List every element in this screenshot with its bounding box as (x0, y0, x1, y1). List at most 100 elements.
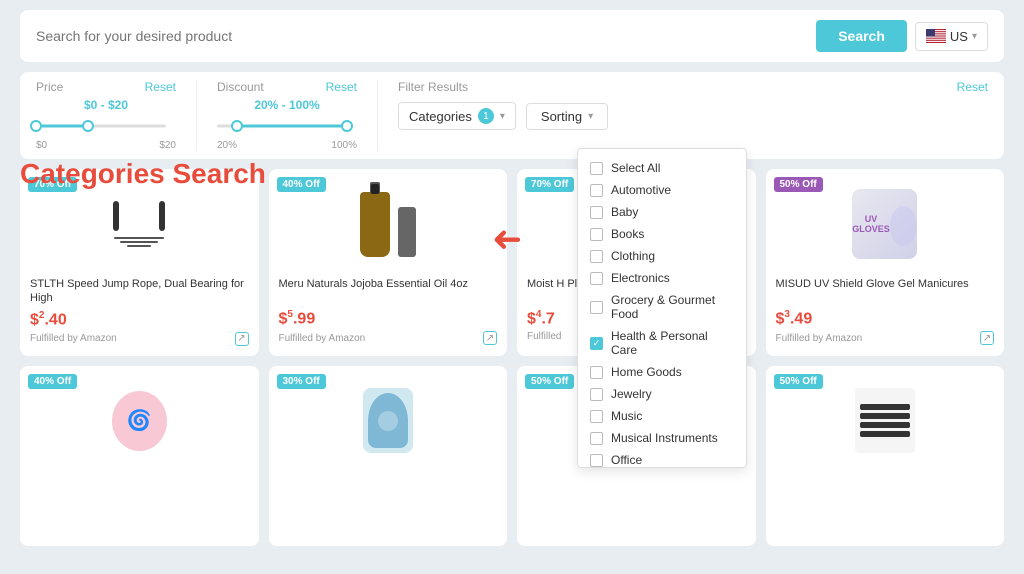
filter-results-reset[interactable]: Reset (957, 80, 988, 94)
category-office[interactable]: Office (578, 449, 746, 468)
product-title (279, 474, 498, 502)
price-slider[interactable] (36, 116, 166, 136)
category-checkbox[interactable] (590, 301, 603, 314)
categories-button-label: Categories (409, 109, 472, 124)
category-checkbox[interactable] (590, 228, 603, 241)
share-icon[interactable]: ↗ (235, 332, 249, 346)
rope-handle-right (159, 201, 165, 231)
us-flag-icon (926, 29, 946, 43)
product-image: UV GLOVES (776, 179, 995, 269)
price-slider-max-thumb[interactable] (82, 120, 94, 132)
share-icon[interactable]: ↗ (980, 331, 994, 345)
category-checkbox[interactable] (590, 366, 603, 379)
filter-results-section: Filter Results Reset Categories 1 ▾ Sort… (398, 80, 988, 130)
category-checkbox[interactable] (590, 184, 603, 197)
price-reset[interactable]: Reset (145, 80, 176, 94)
discount-slider-min-thumb[interactable] (231, 120, 243, 132)
category-home-goods[interactable]: Home Goods (578, 361, 746, 383)
category-health[interactable]: Health & Personal Care (578, 325, 746, 361)
filter-divider-2 (377, 80, 378, 151)
category-label: Clothing (611, 249, 655, 263)
category-electronics[interactable]: Electronics (578, 267, 746, 289)
country-selector[interactable]: US ▾ (915, 22, 988, 51)
product-title: STLTH Speed Jump Rope, Dual Bearing for … (30, 277, 249, 306)
category-jewelry[interactable]: Jewelry (578, 383, 746, 405)
sorting-chevron-icon: ▾ (588, 111, 593, 122)
category-checkbox[interactable] (590, 410, 603, 423)
price-slider-fill (36, 125, 88, 128)
category-label: Grocery & Gourmet Food (611, 293, 734, 321)
search-bar: Search US ▾ (20, 10, 1004, 62)
product-badge: 40% Off (28, 374, 77, 389)
category-checkbox[interactable] (590, 206, 603, 219)
discount-reset[interactable]: Reset (326, 80, 357, 94)
categories-search-heading: Categories Search (20, 158, 266, 190)
uv-glove-image: UV GLOVES (852, 189, 917, 259)
category-music[interactable]: Music (578, 405, 746, 427)
category-select-all[interactable]: Select All (578, 157, 746, 179)
product-price: $5.99 (279, 309, 498, 328)
sorting-button[interactable]: Sorting ▾ (526, 103, 608, 130)
category-checkbox[interactable] (590, 388, 603, 401)
category-baby[interactable]: Baby (578, 201, 746, 223)
category-label: Home Goods (611, 365, 682, 379)
category-checkbox[interactable] (590, 454, 603, 467)
filter-controls: Categories 1 ▾ Sorting ▾ (398, 102, 988, 130)
product-badge: 70% Off (525, 177, 574, 192)
product-price: $2.40 (30, 310, 249, 329)
search-button[interactable]: Search (816, 20, 907, 52)
discount-slider[interactable] (217, 116, 347, 136)
category-automotive[interactable]: Automotive (578, 179, 746, 201)
category-checkbox[interactable] (590, 272, 603, 285)
product-card: 30% Off (269, 366, 508, 546)
product-title: MISUD UV Shield Glove Gel Manicures (776, 277, 995, 305)
category-books[interactable]: Books (578, 223, 746, 245)
nail-files-image (855, 388, 915, 453)
fulfilled-label: Fulfilled by Amazon (279, 333, 366, 344)
oil-bottle-group (360, 192, 416, 257)
product-title (776, 474, 995, 502)
rope-line (114, 237, 164, 239)
category-checkbox[interactable] (590, 337, 603, 350)
filter-divider-1 (196, 80, 197, 151)
glove-dome (890, 206, 918, 246)
product-image (30, 179, 249, 269)
category-grocery[interactable]: Grocery & Gourmet Food (578, 289, 746, 325)
product-fulfilled: Fulfilled by Amazon ↗ (30, 332, 249, 346)
categories-button[interactable]: Categories 1 ▾ (398, 102, 516, 130)
category-checkbox[interactable] (590, 250, 603, 263)
fulfilled-label: Fulfilled (527, 331, 561, 342)
jump-rope-image (113, 201, 165, 247)
price-min-label: $0 (36, 140, 47, 151)
fulfilled-label: Fulfilled by Amazon (776, 333, 863, 344)
product-card: 70% Off STLTH Speed Jump Rope, Dual Bear… (20, 169, 259, 356)
category-clothing[interactable]: Clothing (578, 245, 746, 267)
share-icon[interactable]: ↗ (483, 331, 497, 345)
price-value: $0 - $20 (36, 98, 176, 112)
rope-line (127, 245, 151, 247)
dropper (398, 207, 416, 257)
discount-filter: Discount Reset 20% - 100% 20% 100% (217, 80, 357, 151)
discount-slider-fill (237, 125, 348, 128)
fulfilled-label: Fulfilled by Amazon (30, 333, 117, 344)
nail-strip (860, 413, 910, 419)
discount-value: 20% - 100% (217, 98, 357, 112)
category-label: Musical Instruments (611, 431, 718, 445)
search-input[interactable] (36, 28, 808, 44)
product-price: $3.49 (776, 309, 995, 328)
product-badge: 50% Off (774, 374, 823, 389)
product-badge: 50% Off (774, 177, 823, 192)
category-checkbox[interactable] (590, 162, 603, 175)
categories-count-badge: 1 (478, 108, 494, 124)
category-label: Jewelry (611, 387, 652, 401)
category-checkbox[interactable] (590, 432, 603, 445)
price-slider-track (36, 125, 166, 128)
product-image (279, 179, 498, 269)
oil-bottle-image (360, 192, 390, 257)
category-musical-instruments[interactable]: Musical Instruments (578, 427, 746, 449)
filter-row: Price Reset $0 - $20 $0 $20 Discount Res… (20, 72, 1004, 159)
rope-line (120, 241, 158, 243)
nail-strip (860, 404, 910, 410)
price-slider-min-thumb[interactable] (30, 120, 42, 132)
discount-slider-max-thumb[interactable] (341, 120, 353, 132)
